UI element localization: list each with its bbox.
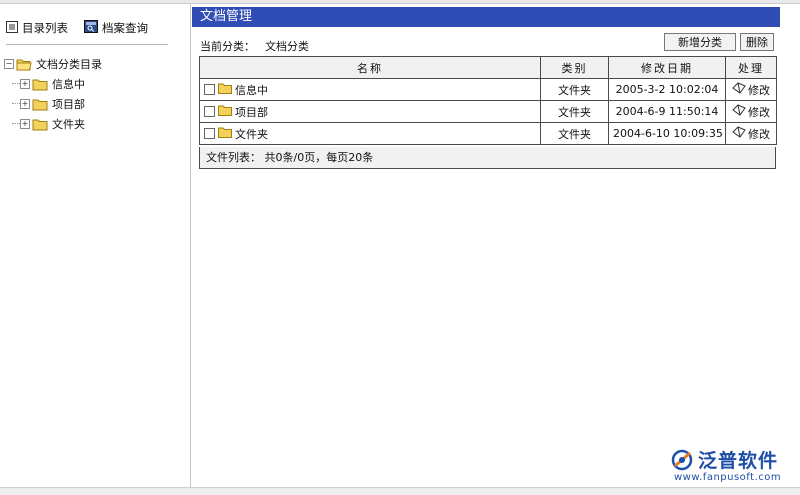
edit-label: 修改 bbox=[748, 105, 770, 119]
brand-name: 泛普软件 bbox=[698, 450, 779, 472]
row-name-link[interactable]: 项目部 bbox=[235, 104, 268, 120]
cell-date: 2005-3-2 10:02:04 bbox=[608, 78, 726, 101]
folder-open-icon bbox=[16, 58, 32, 71]
folder-icon bbox=[32, 78, 48, 91]
breadcrumb-value: 文档分类 bbox=[265, 40, 309, 53]
cell-date: 2004-6-9 11:50:14 bbox=[608, 100, 726, 123]
archive-search-icon bbox=[84, 20, 98, 36]
category-tree: − 文档分类目录 + 信息中 + 项目部 + 文件夹 bbox=[4, 54, 184, 134]
sidebar-divider bbox=[6, 44, 168, 45]
tree-item-info-center[interactable]: + 信息中 bbox=[4, 74, 184, 94]
sidebar: 目录列表 档案查询 − 文档分类目录 + 信息中 + 项目部 + 文件夹 bbox=[0, 4, 191, 487]
edit-icon bbox=[732, 82, 746, 97]
column-header-date[interactable]: 修改日期 bbox=[608, 56, 726, 79]
row-checkbox[interactable] bbox=[204, 84, 215, 95]
cell-name: 文件夹 bbox=[199, 122, 541, 145]
delete-button[interactable]: 删除 bbox=[740, 33, 774, 51]
edit-icon bbox=[732, 104, 746, 119]
edit-icon bbox=[732, 126, 746, 141]
tree-item-label: 信息中 bbox=[52, 78, 85, 91]
page-title: 文档管理 bbox=[192, 7, 780, 27]
tree-item-project-dept[interactable]: + 项目部 bbox=[4, 94, 184, 114]
edit-button[interactable]: 修改 bbox=[732, 104, 770, 120]
expand-toggle-icon[interactable]: + bbox=[20, 99, 30, 109]
tab-archive-search-label: 档案查询 bbox=[102, 21, 148, 35]
column-header-name[interactable]: 名称 bbox=[199, 56, 541, 79]
cell-action: 修改 bbox=[725, 122, 777, 145]
cell-action: 修改 bbox=[725, 100, 777, 123]
table-header-row: 名称 类别 修改日期 处理 bbox=[199, 56, 777, 79]
sidebar-header: 目录列表 档案查询 bbox=[0, 4, 190, 44]
cell-date: 2004-6-10 10:09:35 bbox=[608, 122, 726, 145]
cell-name: 信息中 bbox=[199, 78, 541, 101]
table-row: 信息中 文件夹 2005-3-2 10:02:04 修改 bbox=[199, 78, 777, 101]
brand-watermark: 泛普软件 www.fanpusoft.com bbox=[670, 446, 795, 486]
folder-icon bbox=[218, 83, 232, 97]
edit-button[interactable]: 修改 bbox=[732, 126, 770, 142]
folder-icon bbox=[218, 105, 232, 119]
expand-toggle-icon[interactable]: + bbox=[20, 119, 30, 129]
edit-button[interactable]: 修改 bbox=[732, 82, 770, 98]
new-category-button[interactable]: 新增分类 bbox=[664, 33, 736, 51]
tab-directory-list[interactable]: 目录列表 bbox=[6, 20, 68, 36]
column-header-type[interactable]: 类别 bbox=[540, 56, 609, 79]
brand-logo-icon bbox=[670, 448, 696, 475]
cell-type: 文件夹 bbox=[540, 122, 609, 145]
directory-list-icon bbox=[6, 20, 18, 36]
tree-root-label: 文档分类目录 bbox=[36, 58, 102, 71]
cell-type: 文件夹 bbox=[540, 100, 609, 123]
column-header-action: 处理 bbox=[725, 56, 777, 79]
tab-archive-search[interactable]: 档案查询 bbox=[84, 20, 148, 36]
edit-label: 修改 bbox=[748, 127, 770, 141]
brand-url: www.fanpusoft.com bbox=[674, 472, 782, 483]
tree-connector bbox=[12, 83, 20, 85]
folder-icon bbox=[32, 98, 48, 111]
row-name-link[interactable]: 信息中 bbox=[235, 82, 268, 98]
edit-label: 修改 bbox=[748, 83, 770, 97]
expand-toggle-icon[interactable]: + bbox=[20, 79, 30, 89]
tree-connector bbox=[12, 123, 20, 125]
collapse-toggle-icon[interactable]: − bbox=[4, 59, 14, 69]
tree-connector bbox=[12, 103, 20, 105]
table-row: 文件夹 文件夹 2004-6-10 10:09:35 修改 bbox=[199, 122, 777, 145]
row-name-link[interactable]: 文件夹 bbox=[235, 126, 268, 142]
main-panel: 文档管理 当前分类： 文档分类 新增分类 删除 名称 类别 修改日期 处理 信息… bbox=[192, 4, 800, 487]
document-table: 名称 类别 修改日期 处理 信息中 文件夹 2005-3-2 10:02:04 bbox=[199, 56, 777, 145]
table-row: 项目部 文件夹 2004-6-9 11:50:14 修改 bbox=[199, 100, 777, 123]
tree-item-label: 项目部 bbox=[52, 98, 85, 111]
table-footer: 文件列表： 共0条/0页，每页20条 bbox=[199, 147, 776, 169]
folder-icon bbox=[32, 118, 48, 131]
tree-item-folder[interactable]: + 文件夹 bbox=[4, 114, 184, 134]
row-checkbox[interactable] bbox=[204, 128, 215, 139]
folder-icon bbox=[218, 127, 232, 141]
tree-root[interactable]: − 文档分类目录 bbox=[4, 54, 184, 74]
breadcrumb: 当前分类： 文档分类 bbox=[200, 38, 309, 54]
cell-name: 项目部 bbox=[199, 100, 541, 123]
tab-directory-list-label: 目录列表 bbox=[22, 21, 68, 35]
cell-action: 修改 bbox=[725, 78, 777, 101]
tree-item-label: 文件夹 bbox=[52, 118, 85, 131]
breadcrumb-label: 当前分类： bbox=[200, 40, 255, 53]
row-checkbox[interactable] bbox=[204, 106, 215, 117]
cell-type: 文件夹 bbox=[540, 78, 609, 101]
